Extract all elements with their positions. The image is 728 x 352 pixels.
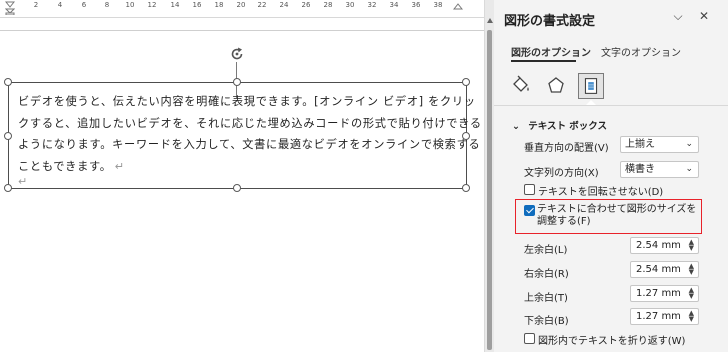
ruler-tick: 6 [81,1,87,9]
paragraph-line-text: こともできます。 [18,159,112,173]
ruler-tick: 16 [192,1,202,9]
resize-handle-bottom-left[interactable] [4,184,12,192]
ruler-tick: 24 [279,1,289,9]
scroll-up-arrow-icon[interactable] [487,18,493,23]
ruler-tick: 20 [236,1,246,9]
vertical-alignment-label: 垂直方向の配置(V) [524,143,609,154]
top-margin-spinner[interactable]: 1.27 mm ▲ ▼ [630,285,699,302]
resize-handle-top-right[interactable] [462,78,470,86]
spinner-arrows-icon[interactable]: ▲ ▼ [689,287,694,300]
ruler-tick: 26 [301,1,311,9]
scrollbar-thumb[interactable] [487,30,492,350]
left-margin-value: 2.54 mm [636,240,681,251]
pane-options-chevron-icon[interactable]: ⌵ [671,9,685,23]
left-margin-spinner[interactable]: 2.54 mm ▲ ▼ [630,237,699,254]
vertical-alignment-value: 上揃え [625,139,655,150]
chevron-down-icon: ⌄ [685,139,693,149]
fill-line-icon[interactable] [508,73,534,99]
pane-title: 図形の書式設定 [504,14,596,29]
ruler-tick: 12 [147,1,157,9]
chevron-down-icon: ⌄ [512,121,520,132]
left-margin-label: 左余白(L) [524,245,568,256]
vertical-alignment-dropdown[interactable]: 上揃え ⌄ [620,136,699,153]
ruler-tick: 32 [367,1,377,9]
autofit-shape-label[interactable]: テキストに合わせて図形のサイズを調整する(F) [537,204,702,228]
ruler-tick: 22 [257,1,267,9]
effects-pentagon-icon[interactable] [543,73,569,99]
active-tab-indicator [511,60,576,62]
spinner-arrows-icon[interactable]: ▲ ▼ [689,263,694,276]
format-shape-pane: 図形の書式設定 ⌵ ✕ 図形のオプション 文字のオプション ⌄ テキスト ボック… [494,0,728,352]
ruler-tick: 38 [433,1,443,9]
ruler-tick: 4 [57,1,63,9]
top-margin-value: 1.27 mm [636,288,681,299]
resize-handle-bottom[interactable] [233,184,241,192]
text-direction-value: 横書き [625,164,655,175]
paragraph-mark-icon: ↵ [114,159,125,173]
text-direction-dropdown[interactable]: 横書き ⌄ [620,161,699,178]
resize-handle-top-left[interactable] [4,78,12,86]
spinner-arrows-icon[interactable]: ▲ ▼ [689,310,694,323]
ruler-tick: 14 [170,1,180,9]
resize-handle-bottom-right[interactable] [462,184,470,192]
ruler-tick: 8 [104,1,110,9]
ruler-tick: 28 [323,1,333,9]
ruler-tick: 10 [125,1,135,9]
spinner-arrows-icon[interactable]: ▲ ▼ [689,239,694,252]
empty-paragraph-mark-icon: ↵ [18,175,28,188]
bottom-margin-spinner[interactable]: 1.27 mm ▲ ▼ [630,308,699,325]
paragraph-line: ようになります。キーワードを入力して、文書に最適なビデオをオンラインで検索する [18,138,481,151]
bottom-margin-label: 下余白(B) [524,316,569,327]
ruler-tick: 2 [33,1,39,9]
text-box-shape[interactable]: ビデオを使うと、伝えたい内容を明確に表現できます。[オンライン ビデオ] をクリ… [4,78,482,192]
right-margin-label: 右余白(R) [524,269,569,280]
ruler-tick: 36 [411,1,421,9]
no-rotate-checkbox[interactable] [524,184,535,195]
paragraph-line: ビデオを使うと、伝えたい内容を明確に表現できます。[オンライン ビデオ] をクリ… [18,95,476,108]
wrap-text-checkbox[interactable] [524,333,535,344]
text-direction-label: 文字列の方向(X) [524,168,599,179]
ruler-tick: 30 [345,1,355,9]
ruler-tick: 34 [389,1,399,9]
wrap-text-label[interactable]: 図形内でテキストを折り返す(W) [538,332,685,347]
tab-text-options[interactable]: 文字のオプション [601,44,681,59]
pane-separator [494,105,728,106]
chevron-down-icon: ⌄ [685,164,693,174]
section-title: テキスト ボックス [528,121,608,132]
page-header-area [0,18,484,31]
paragraph-line: クすると、追加したいビデオを、それに応じた埋め込みコードの形式で貼り付けできる [18,116,482,130]
right-margin-spinner[interactable]: 2.54 mm ▲ ▼ [630,261,699,278]
left-indent-marker[interactable] [5,1,15,15]
layout-properties-icon[interactable] [578,73,604,99]
horizontal-ruler[interactable]: 2 4 6 8 10 12 14 16 18 20 22 24 26 28 30… [0,0,484,18]
section-header-textbox[interactable]: ⌄ テキスト ボックス [512,118,607,132]
tab-shape-options[interactable]: 図形のオプション [511,44,591,59]
top-margin-label: 上余白(T) [524,293,568,304]
right-margin-value: 2.54 mm [636,264,681,275]
right-indent-marker[interactable] [453,1,463,15]
paragraph-line: こともできます。 ↵ [18,156,464,178]
vertical-scrollbar[interactable] [484,0,494,352]
resize-handle-left[interactable] [4,132,12,140]
autofit-shape-checkbox[interactable] [524,205,535,216]
ruler-tick: 18 [214,1,224,9]
no-rotate-label[interactable]: テキストを回転させない(D) [538,183,663,198]
close-icon[interactable]: ✕ [697,9,711,23]
bottom-margin-value: 1.27 mm [636,311,681,322]
document-canvas[interactable]: ビデオを使うと、伝えたい内容を明確に表現できます。[オンライン ビデオ] をクリ… [0,18,484,352]
resize-handle-top[interactable] [233,78,241,86]
text-box-paragraph[interactable]: ビデオを使うと、伝えたい内容を明確に表現できます。[オンライン ビデオ] をクリ… [18,91,482,178]
rotate-handle-icon[interactable] [229,46,245,62]
